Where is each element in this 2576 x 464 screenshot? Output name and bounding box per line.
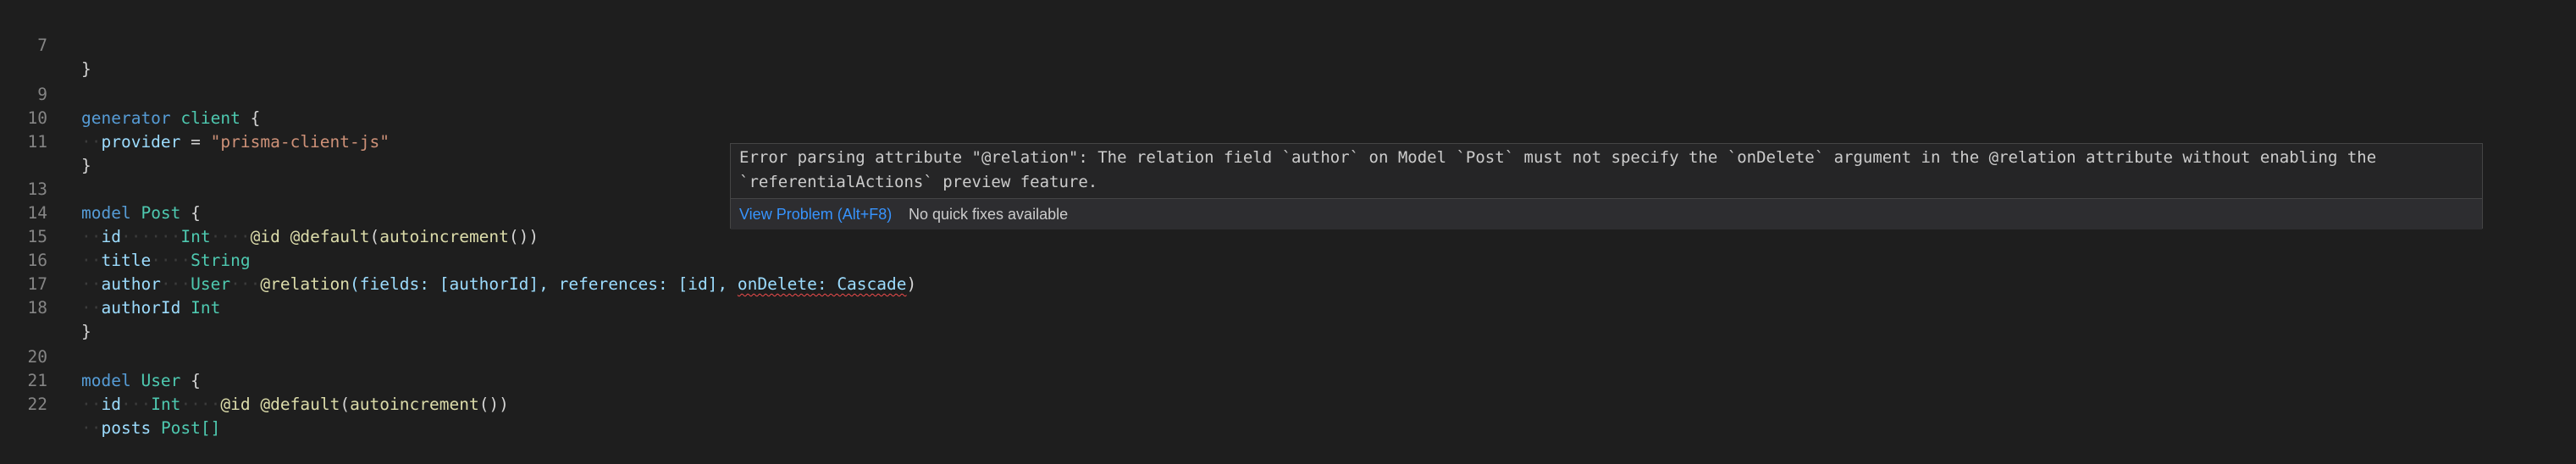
line-number: 11: [27, 132, 47, 152]
line-content: ··provider = "prisma-client-js": [81, 132, 390, 152]
line-content: ··authorId Int: [81, 298, 221, 318]
line-content: }: [81, 322, 91, 341]
view-problem-link[interactable]: View Problem (Alt+F8): [739, 199, 892, 229]
line-number: 22: [27, 395, 47, 414]
line-content: model Post {: [81, 203, 201, 223]
hover-status-bar: View Problem (Alt+F8) No quick fixes ava…: [731, 198, 2482, 229]
code-line: 16 ··author···User···@relation(fields: […: [0, 225, 917, 294]
line-content: ··author···User···@relation(fields: [aut…: [81, 274, 917, 294]
line-content: }: [81, 156, 91, 175]
error-hover-tooltip: Error parsing attribute "@relation": The…: [730, 143, 2483, 229]
line-content: }: [81, 59, 91, 79]
code-line: 7 }: [0, 10, 91, 79]
no-quick-fixes-label: No quick fixes available: [909, 206, 1069, 223]
line-number: 7: [37, 36, 47, 55]
line-content: model User {: [81, 371, 201, 390]
line-number: 18: [27, 298, 47, 318]
line-content: ··id······Int····@id @default(autoincrem…: [81, 227, 539, 246]
code-line: 14 ··id······Int····@id @default(autoinc…: [0, 178, 539, 246]
code-line: 17 ··authorId Int: [0, 249, 221, 318]
error-squiggle[interactable]: onDelete: Cascade: [738, 274, 907, 294]
error-message: Error parsing attribute "@relation": The…: [739, 148, 2386, 191]
code-line: 10 ··provider = "prisma-client-js": [0, 83, 390, 152]
line-content: ··title····String: [81, 251, 251, 270]
code-line: 22 ··posts Post[]: [0, 369, 221, 438]
code-line: 15 ··title····String: [0, 202, 251, 270]
code-line: 18 }: [0, 273, 91, 341]
line-content: ··id···Int····@id @default(autoincrement…: [81, 395, 509, 414]
code-line: 20 model User {: [0, 322, 201, 390]
code-line: 13 model Post {: [0, 154, 201, 223]
code-line: 11 }: [0, 107, 91, 175]
line-content: ··posts Post[]: [81, 418, 221, 438]
code-line: 21 ··id···Int····@id @default(autoincrem…: [0, 345, 509, 414]
line-content: generator client {: [81, 108, 261, 128]
code-line: 9 generator client {: [0, 59, 260, 128]
